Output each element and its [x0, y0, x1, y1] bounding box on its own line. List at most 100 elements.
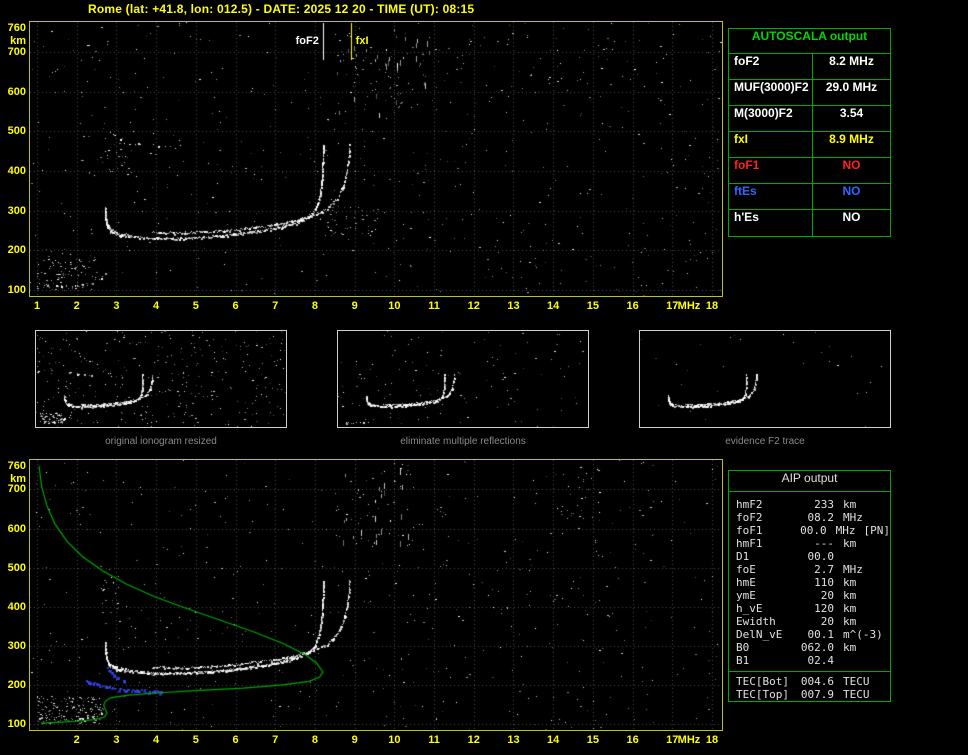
fxi-marker-label: fxI	[354, 35, 395, 47]
x-axis-tick-label: 11	[428, 734, 440, 746]
y-axis-tick-label: 200	[7, 244, 26, 257]
aip-parameter-unit: TECU	[843, 688, 870, 701]
aip-parameter-value: 20	[820, 615, 834, 628]
aip-parameter-value: 02.4	[807, 654, 835, 667]
aip-row-yme: ymE 20 km	[736, 589, 890, 602]
x-axis-tick-label: 3	[113, 734, 120, 746]
autoscala-row-fof2: foF2 8.2 MHz	[729, 54, 890, 80]
x-axis-tick-label: 15	[586, 734, 599, 746]
aip-parameter-label: DelN_vE	[736, 628, 783, 641]
autoscala-row-muf3000f2: MUF(3000)F2 29.0 MHz	[729, 80, 890, 106]
aip-parameter-unit: km	[843, 602, 857, 615]
aip-parameter-value: 110	[814, 576, 834, 589]
x-axis-tick-label: 8	[311, 300, 318, 312]
aip-parameter-label: D1	[736, 550, 750, 563]
y-axis-tick-label: 100	[7, 718, 26, 730]
y-axis-tick-label: 300	[7, 639, 26, 652]
autoscala-parameter-label: M(3000)F2	[729, 106, 813, 131]
autoscala-row-fof1: foF1 NO	[729, 158, 890, 184]
aip-parameter-value: 00.0	[807, 550, 835, 563]
x-axis-tick-label: 2	[73, 734, 80, 746]
aip-row-hmf2: hmF2 233 km	[736, 498, 890, 511]
autoscala-parameter-label: h'Es	[729, 210, 813, 236]
autoscala-row-hes: h'Es NO	[729, 210, 890, 236]
thumbnail-eliminate-reflections	[337, 330, 589, 428]
aip-parameter-value: 233	[814, 498, 834, 511]
main-ionogram-plot	[29, 21, 723, 297]
aip-row-hmf1: hmF1 --- km	[736, 537, 890, 550]
autoscala-parameter-value: NO	[842, 158, 861, 172]
x-axis-tick-label: 18	[705, 300, 719, 312]
autoscala-parameter-value: 8.9 MHz	[829, 132, 874, 146]
y-axis-tick-label: 600	[7, 85, 26, 98]
aip-parameter-label: h_vE	[736, 602, 763, 615]
x-axis-tick-label: 13	[507, 734, 520, 746]
aip-parameter-label: TEC[Top]	[736, 688, 789, 701]
autoscala-parameter-label: ftEs	[729, 184, 813, 209]
aip-parameter-unit: km	[843, 641, 857, 654]
y-axis-unit-label: km	[10, 35, 26, 47]
aip-parameter-label: B1	[736, 654, 750, 667]
autoscala-row-fxi: fxI 8.9 MHz	[729, 132, 890, 158]
aip-parameter-value: 2.7	[814, 563, 834, 576]
aip-parameter-value: 120	[814, 602, 834, 615]
aip-parameter-value: ---	[814, 537, 834, 550]
autoscala-output-table: AUTOSCALA output foF2 8.2 MHz MUF(3000)F2 2…	[728, 28, 891, 237]
autoscala-parameter-value: 29.0 MHz	[825, 80, 878, 94]
x-axis-tick-label: 18	[705, 734, 719, 746]
x-axis-tick-label: 6	[232, 734, 239, 746]
y-axis-unit-label: km	[10, 473, 26, 485]
aip-parameter-label: hmF1	[736, 537, 763, 550]
aip-parameter-value: 062.0	[800, 641, 834, 654]
autoscala-parameter-value: NO	[842, 184, 861, 198]
y-axis-tick-label: 400	[7, 164, 26, 177]
aip-parameter-unit: TECU	[843, 675, 870, 688]
x-axis-tick-label: 10	[388, 734, 401, 746]
aip-parameter-unit: MHz	[835, 524, 856, 537]
aip-row-fof1: foF1 00.0 MHz [PN]	[736, 524, 890, 537]
profile-ionogram-canvas	[30, 460, 722, 730]
autoscala-parameter-label: fxI	[729, 132, 813, 157]
x-axis-tick-label: 10	[388, 300, 401, 312]
aip-row-b1: B1 02.4	[736, 654, 890, 667]
aip-table-title: AIP output	[729, 471, 890, 492]
autoscala-parameter-value: NO	[842, 210, 861, 224]
x-axis-tick-label: 6	[232, 300, 239, 312]
x-axis-tick-label: 12	[467, 300, 480, 312]
y-axis-tick-label: 100	[7, 284, 26, 296]
aip-parameter-value: 004.6	[800, 675, 834, 688]
profile-ionogram-plot	[29, 459, 723, 731]
x-axis-tick-label: 16	[626, 300, 639, 312]
aip-row-b0: B0 062.0 km	[736, 641, 890, 654]
aip-parameter-unit: m^(-3)	[843, 628, 883, 641]
x-axis-tick-label: 7	[272, 300, 279, 312]
thumbnail-evidence-f2-trace-canvas	[640, 331, 890, 427]
x-axis-tick-label: 3	[113, 300, 120, 312]
x-axis-tick-label: 1	[33, 300, 41, 312]
x-axis-tick-label: 5	[192, 734, 199, 746]
aip-parameter-unit: km	[843, 576, 857, 589]
aip-parameter-label: hmF2	[736, 498, 763, 511]
thumbnail-original-ionogram	[35, 330, 287, 428]
x-axis-tick-label: 14	[547, 734, 560, 746]
aip-parameter-label: foF2	[736, 511, 763, 524]
aip-row-delnve: DelN_vE 00.1 m^(-3)	[736, 628, 890, 641]
autoscala-row-m3000f2: M(3000)F2 3.54	[729, 106, 890, 132]
x-axis-tick-label: 9	[351, 734, 358, 746]
x-axis-tick-label: 14	[547, 300, 560, 312]
y-axis-tick-label: 700	[7, 483, 26, 496]
aip-parameter-value: 20	[820, 589, 834, 602]
autoscala-table-title: AUTOSCALA output	[729, 29, 890, 54]
aip-row-hme: hmE 110 km	[736, 576, 890, 589]
x-axis-tick-label: 13	[507, 300, 520, 312]
aip-parameter-unit: km	[843, 498, 857, 511]
aip-parameter-label: foE	[736, 563, 756, 576]
aip-parameter-unit: MHz	[843, 563, 863, 576]
autoscala-row-ftes: ftEs NO	[729, 184, 890, 210]
x-axis-tick-label: 7	[272, 734, 279, 746]
thumbnail-caption-eliminate: eliminate multiple reflections	[400, 436, 526, 447]
aip-output-table: AIP output hmF2 233 km foF2 08.2 MHz foF1 00.0 M…	[728, 470, 891, 702]
aip-row-d1: D1 00.0	[736, 550, 890, 563]
y-axis-tick-label: 600	[7, 522, 26, 535]
x-axis-tick-label: 12	[467, 734, 480, 746]
